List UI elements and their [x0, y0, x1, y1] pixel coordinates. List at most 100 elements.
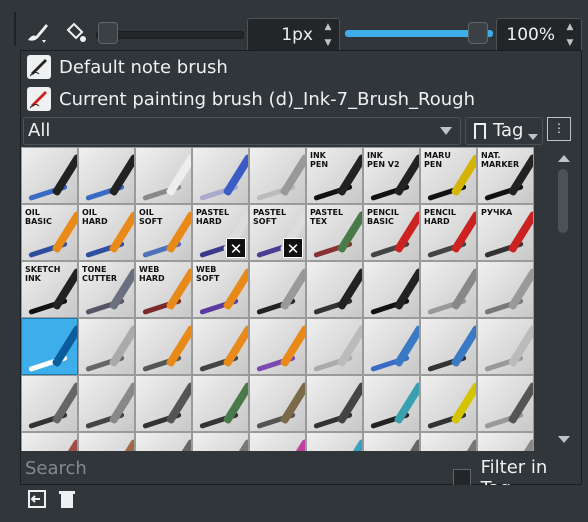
brush-preset-tile[interactable]: NAT. MARKER [477, 147, 534, 204]
brush-preset-label: WEB SOFT [196, 265, 220, 283]
brush-preset-tile[interactable] [21, 147, 78, 204]
brush-preset-button[interactable] [20, 17, 54, 47]
brush-preset-tile[interactable]: PASTEL HARD ✕ [192, 204, 249, 261]
brush-preset-tile[interactable] [21, 432, 78, 451]
brush-tool-icon [450, 267, 476, 311]
current-painting-brush-option[interactable]: Current painting brush (d)_Ink-7_Brush_R… [27, 85, 475, 113]
brush-preset-tile[interactable] [192, 318, 249, 375]
brush-tool-icon [450, 438, 476, 451]
brush-preset-tile[interactable]: OIL BASIC [21, 204, 78, 261]
brush-preset-tile[interactable]: PENCIL BASIC [363, 204, 420, 261]
brush-tool-icon [507, 324, 533, 368]
import-icon[interactable] [26, 488, 48, 510]
brush-preset-label: OIL SOFT [139, 208, 163, 226]
brush-preset-tile[interactable] [306, 261, 363, 318]
brush-preset-tile[interactable] [420, 261, 477, 318]
default-note-brush-option[interactable]: Default note brush [27, 53, 228, 81]
brush-preset-tile[interactable] [477, 432, 534, 451]
brush-preset-tile[interactable] [78, 375, 135, 432]
brush-preset-tile[interactable]: MARU PEN [420, 147, 477, 204]
toolbar-separator [14, 12, 16, 46]
brush-preset-tile[interactable] [21, 318, 78, 375]
opacity-spinbox[interactable]: 100% ▲ ▼ [496, 18, 582, 52]
brush-preset-tile[interactable] [420, 318, 477, 375]
brush-preset-tile[interactable]: TONE CUTTER [78, 261, 135, 318]
brush-tool-icon [507, 381, 533, 425]
brush-thumbnail-icon [27, 55, 51, 79]
brush-preset-tile[interactable] [477, 375, 534, 432]
preset-grid-scrollbar[interactable] [555, 147, 573, 451]
remove-icon[interactable]: ✕ [283, 238, 303, 258]
brush-preset-tile[interactable] [135, 432, 192, 451]
fill-pattern-button[interactable] [58, 17, 92, 47]
brush-size-slider-handle[interactable] [98, 22, 118, 44]
brush-preset-tile[interactable] [249, 432, 306, 451]
brush-preset-tile[interactable]: PASTEL TEX [306, 204, 363, 261]
brush-preset-tile[interactable] [192, 147, 249, 204]
brush-preset-tile[interactable] [363, 432, 420, 451]
brush-tool-icon [51, 438, 77, 451]
brush-preset-tile[interactable] [249, 147, 306, 204]
chevron-down-icon [528, 134, 538, 140]
remove-icon[interactable]: ✕ [226, 238, 246, 258]
brush-tool-icon [450, 381, 476, 425]
brush-preset-tile[interactable] [135, 147, 192, 204]
brush-preset-tile[interactable] [78, 318, 135, 375]
brush-tool-icon [336, 267, 362, 311]
tag-filter-combo[interactable]: All [23, 117, 461, 145]
brush-tool-icon [393, 438, 419, 451]
brush-preset-tile[interactable]: РУЧКА [477, 204, 534, 261]
brush-preset-tile[interactable]: WEB SOFT [192, 261, 249, 318]
brush-preset-tile[interactable] [306, 375, 363, 432]
brush-preset-tile[interactable] [477, 318, 534, 375]
brush-preset-tile[interactable] [78, 432, 135, 451]
tag-button[interactable]: Tag [465, 117, 543, 145]
brush-preset-tile[interactable] [363, 375, 420, 432]
brush-tool-icon [222, 153, 248, 197]
brush-preset-tile[interactable] [249, 261, 306, 318]
brush-tool-icon [393, 324, 419, 368]
search-input[interactable]: Search [23, 455, 441, 483]
brush-size-spinbox[interactable]: 1px ▲ ▼ [247, 18, 340, 52]
brush-preset-tile[interactable]: OIL HARD [78, 204, 135, 261]
opacity-slider-handle[interactable] [468, 22, 488, 44]
brush-preset-tile[interactable]: SKETCH INK [21, 261, 78, 318]
view-options-button[interactable]: ⋮ [547, 117, 571, 141]
brush-preset-tile[interactable] [135, 375, 192, 432]
brush-size-slider[interactable] [96, 31, 244, 39]
spin-up-arrow-icon[interactable]: ▲ [317, 19, 339, 35]
brush-preset-tile[interactable]: PENCIL HARD [420, 204, 477, 261]
brush-preset-tile[interactable] [420, 375, 477, 432]
brush-preset-tile[interactable] [306, 318, 363, 375]
brush-preset-tile[interactable] [192, 375, 249, 432]
brush-preset-tile[interactable] [21, 375, 78, 432]
trash-icon[interactable] [56, 488, 78, 510]
brush-preset-tile[interactable]: OIL SOFT [135, 204, 192, 261]
brush-preset-tile[interactable] [306, 432, 363, 451]
brush-preset-tile[interactable]: INK PEN [306, 147, 363, 204]
scroll-up-arrow-icon[interactable] [558, 155, 570, 162]
brush-preset-tile[interactable] [363, 261, 420, 318]
brush-preset-label: РУЧКА [481, 208, 513, 217]
brush-icon [28, 24, 48, 43]
spin-up-arrow-icon[interactable]: ▲ [559, 19, 581, 35]
brush-preset-tile[interactable] [477, 261, 534, 318]
bookmark-icon [474, 123, 486, 139]
scroll-down-arrow-icon[interactable] [558, 436, 570, 443]
brush-preset-tile[interactable]: INK PEN V2 [363, 147, 420, 204]
brush-preset-tile[interactable] [192, 432, 249, 451]
brush-preset-tile[interactable] [363, 318, 420, 375]
brush-toolbar: 1px ▲ ▼ 100% ▲ ▼ [0, 0, 588, 52]
brush-preset-tile[interactable]: PASTEL SOFT ✕ [249, 204, 306, 261]
brush-preset-label: PASTEL SOFT [253, 208, 287, 226]
brush-preset-tile[interactable]: WEB HARD [135, 261, 192, 318]
brush-tool-icon [279, 153, 305, 197]
brush-preset-tile[interactable] [135, 318, 192, 375]
spin-down-arrow-icon[interactable]: ▼ [559, 35, 581, 51]
brush-preset-tile[interactable] [249, 375, 306, 432]
scrollbar-thumb[interactable] [558, 169, 568, 233]
brush-preset-tile[interactable] [420, 432, 477, 451]
brush-preset-tile[interactable] [249, 318, 306, 375]
spin-down-arrow-icon[interactable]: ▼ [317, 35, 339, 51]
brush-preset-tile[interactable] [78, 147, 135, 204]
